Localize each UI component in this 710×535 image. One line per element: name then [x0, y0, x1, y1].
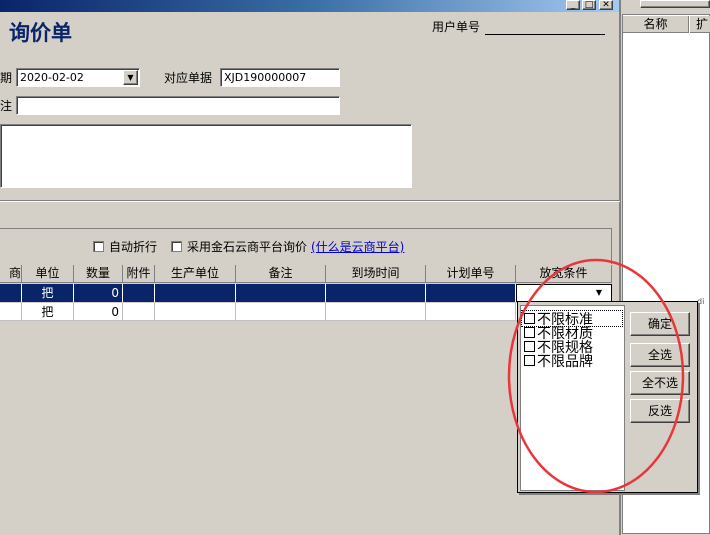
- row2-note[interactable]: [236, 303, 326, 321]
- right-col-name[interactable]: 名称: [623, 16, 689, 33]
- minimize-button[interactable]: _: [566, 0, 580, 10]
- page-title: 询价单: [9, 21, 72, 45]
- col-header-attachment[interactable]: 附件: [123, 265, 155, 283]
- row1-note[interactable]: [236, 284, 326, 302]
- row1-qty[interactable]: 0: [74, 284, 123, 302]
- date-value: 2020-02-02: [20, 71, 84, 84]
- col-header-qty[interactable]: 数量: [74, 265, 123, 283]
- row1-attachment[interactable]: [123, 284, 155, 302]
- right-col-ext[interactable]: 扩: [690, 16, 710, 33]
- row2-qty[interactable]: 0: [74, 303, 123, 321]
- divider-highlight: [0, 201, 620, 202]
- col-header-manufacturer[interactable]: 生产单位: [155, 265, 236, 283]
- row2-manufacturer[interactable]: [155, 303, 236, 321]
- ref-input[interactable]: XJD190000007: [220, 68, 340, 87]
- row1-manufacturer[interactable]: [155, 284, 236, 302]
- row2-attachment[interactable]: [123, 303, 155, 321]
- chevron-down-icon: ▼: [127, 73, 134, 82]
- row1-unit[interactable]: 把: [22, 284, 74, 302]
- row2-arrival[interactable]: [326, 303, 426, 321]
- row2-unit[interactable]: 把: [22, 303, 74, 321]
- col-header-goods[interactable]: 商: [0, 265, 22, 283]
- note-input[interactable]: [16, 96, 340, 115]
- col-header-note[interactable]: 备注: [236, 265, 326, 283]
- close-button[interactable]: ✕: [599, 0, 613, 10]
- ref-value: XJD190000007: [224, 71, 307, 84]
- row1-arrival[interactable]: [326, 284, 426, 302]
- right-side-text: di: [697, 297, 705, 306]
- date-label: 期: [0, 71, 13, 85]
- date-picker[interactable]: 2020-02-02: [16, 68, 140, 87]
- date-dropdown-button[interactable]: ▼: [123, 70, 138, 85]
- row1-goods[interactable]: [0, 284, 22, 302]
- title-bar: [0, 0, 620, 12]
- options-frame-top: [0, 228, 612, 229]
- col-header-arrival[interactable]: 到场时间: [326, 265, 426, 283]
- user-order-field[interactable]: [485, 34, 605, 35]
- col-header-unit[interactable]: 单位: [22, 265, 74, 283]
- memo-textarea[interactable]: [0, 124, 412, 188]
- row2-goods[interactable]: [0, 303, 22, 321]
- auto-discount-checkbox[interactable]: [93, 241, 104, 252]
- note-label: 注: [0, 99, 13, 113]
- maximize-button[interactable]: □: [582, 0, 596, 10]
- annotation-circle: [507, 258, 685, 494]
- use-cloud-checkbox[interactable]: [171, 241, 182, 252]
- use-cloud-label: 采用金石云商平台询价: [187, 240, 308, 254]
- cloud-help-link[interactable]: (什么是云商平台): [311, 240, 404, 254]
- ref-label: 对应单据: [164, 71, 213, 85]
- auto-discount-label: 自动折行: [109, 240, 158, 254]
- right-panel-button[interactable]: [640, 0, 710, 8]
- user-order-label: 用户单号: [432, 20, 481, 34]
